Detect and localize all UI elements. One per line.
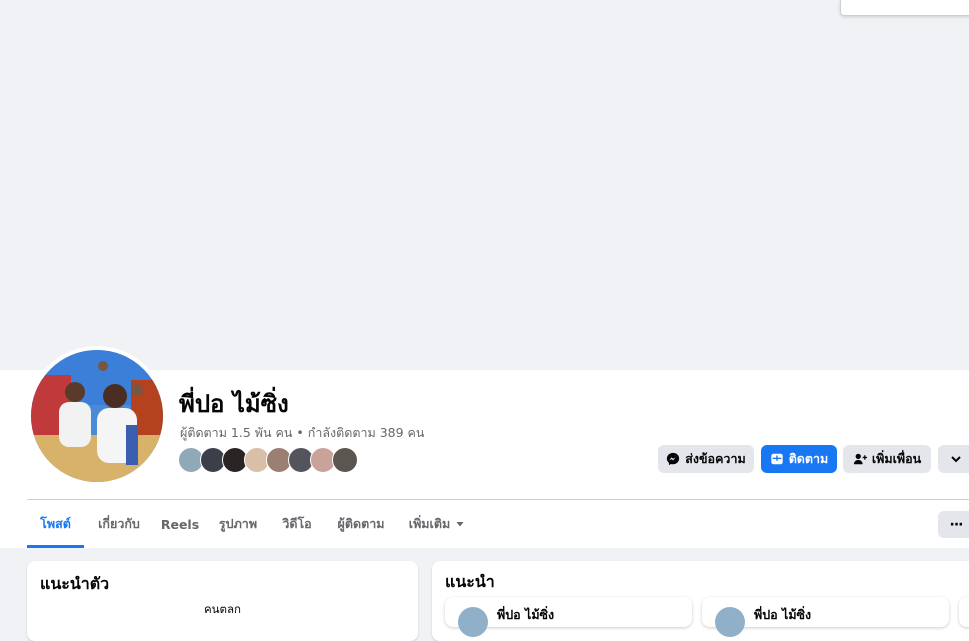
message-button[interactable]: ส่งข้อความ: [658, 445, 754, 473]
intro-title: แนะนำตัว: [40, 574, 110, 593]
profile-avatar[interactable]: [31, 350, 163, 482]
suggestion-item[interactable]: พี่ปอ ไม้ซิ่ง: [445, 597, 692, 637]
follow-button-label: ติดตาม: [788, 451, 829, 466]
follow-button[interactable]: ติดตาม: [761, 445, 837, 473]
profile-name: พี่ปอ ไม้ซิ่ง: [179, 390, 289, 418]
tab-photos[interactable]: รูปภาพ: [210, 500, 266, 548]
intro-bio: คนตลก: [203, 602, 242, 616]
profile-stats: ผู้ติดตาม 1.5 พัน คน • กำลังติดตาม 389 ค…: [180, 423, 424, 443]
dropdown-panel: [840, 0, 969, 16]
stats-separator: •: [292, 425, 308, 440]
tab-more-options-button[interactable]: ···: [938, 511, 969, 538]
messenger-icon: [667, 452, 680, 466]
suggestion-item[interactable]: พี่ปอ ไม้ซิ่ง: [702, 597, 949, 637]
cover-photo[interactable]: [2, 0, 969, 369]
tab-reels[interactable]: Reels: [155, 500, 205, 548]
add-friend-icon: [853, 453, 867, 465]
tab-more[interactable]: เพิ่มเติม: [401, 500, 473, 548]
suggestions-title: แนะนำ: [445, 572, 495, 591]
following-count[interactable]: กำลังติดตาม 389 คน: [308, 425, 425, 440]
follow-icon: [771, 453, 783, 465]
suggestion-name: พี่ปอ ไม้ซิ่ง: [754, 607, 812, 622]
suggestion-avatar: [458, 607, 488, 637]
chevron-down-icon: [951, 456, 961, 463]
tab-followers[interactable]: ผู้ติดตาม: [327, 500, 395, 548]
followers-count[interactable]: ผู้ติดตาม 1.5 พัน คน: [180, 425, 292, 440]
add-friend-button-label: เพิ่มเพื่อน: [871, 451, 922, 466]
caret-down-icon: [456, 522, 464, 527]
tab-posts[interactable]: โพสต์: [27, 500, 84, 548]
friend-avatar[interactable]: [332, 447, 358, 473]
tab-videos[interactable]: วิดีโอ: [273, 500, 321, 548]
tab-about[interactable]: เกี่ยวกับ: [87, 500, 151, 548]
more-options-button[interactable]: [938, 445, 969, 473]
add-friend-button[interactable]: เพิ่มเพื่อน: [843, 445, 931, 473]
message-button-label: ส่งข้อความ: [685, 451, 746, 466]
suggestion-avatar: [715, 607, 745, 637]
intro-card: แนะนำตัว คนตลก: [27, 561, 418, 641]
suggestion-item[interactable]: [959, 597, 969, 627]
suggestion-name: พี่ปอ ไม้ซิ่ง: [497, 607, 555, 622]
